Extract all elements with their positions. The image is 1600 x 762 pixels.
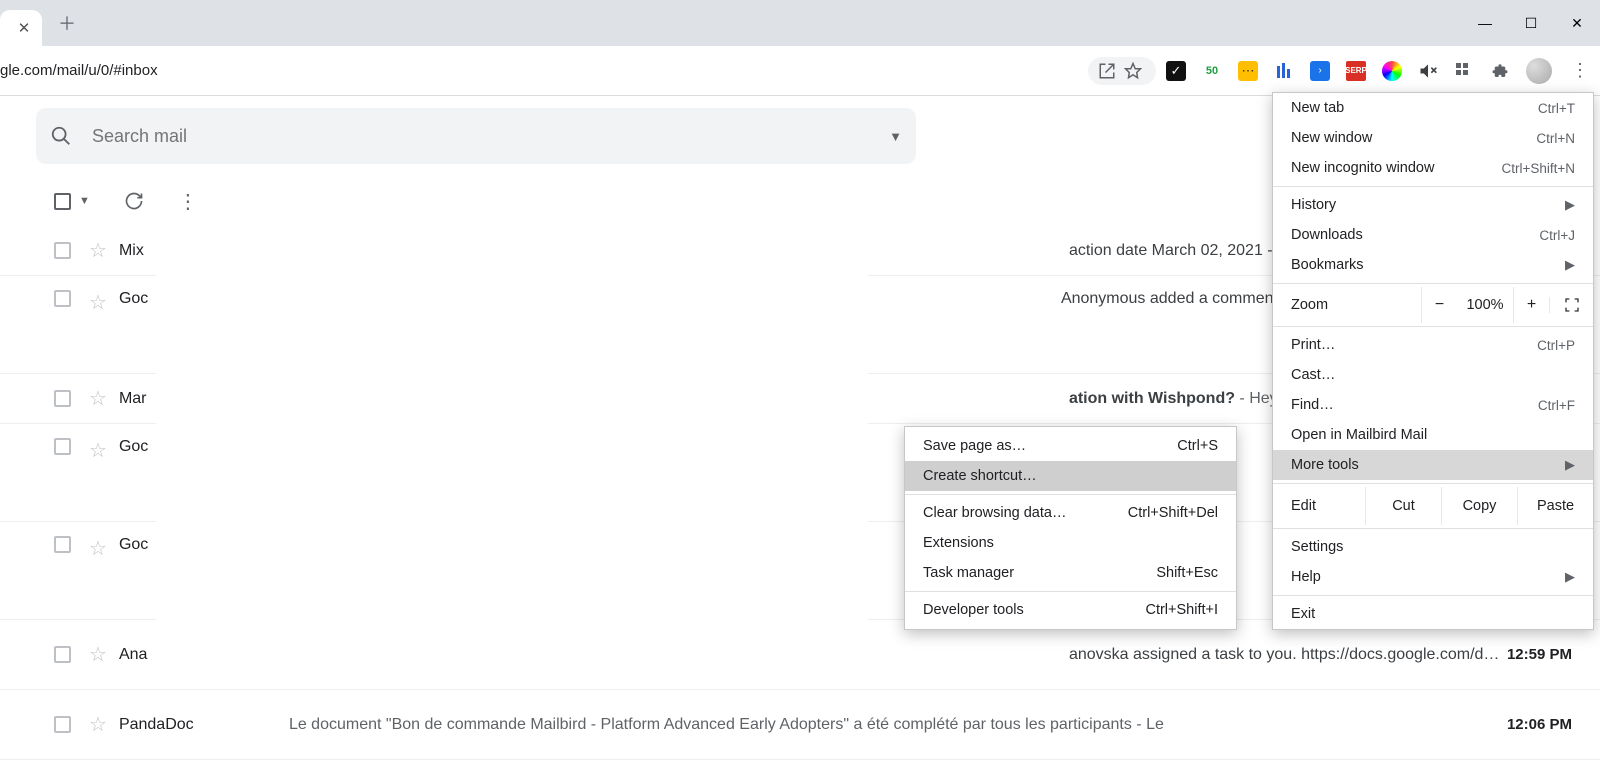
sender: Goc [119, 290, 229, 308]
page-actions [1088, 57, 1156, 85]
address-bar[interactable]: gle.com/mail/u/0/#inbox [0, 62, 180, 79]
address-bar-row: gle.com/mail/u/0/#inbox ✓ 50 ⋯ › SERP ⋮ [0, 46, 1600, 96]
gmail-search-box[interactable]: ▼ [36, 108, 916, 164]
chrome-menu: New tabCtrl+T New windowCtrl+N New incog… [1272, 92, 1594, 630]
menu-more-tools[interactable]: More tools▶ [1273, 450, 1593, 480]
zoom-in-button[interactable]: + [1513, 287, 1549, 323]
edit-label: Edit [1291, 498, 1365, 514]
menu-edit-row: Edit Cut Copy Paste [1273, 487, 1593, 525]
menu-developer-tools[interactable]: Developer toolsCtrl+Shift+I [905, 595, 1236, 625]
menu-downloads[interactable]: DownloadsCtrl+J [1273, 220, 1593, 250]
more-actions-button[interactable]: ⋮ [178, 189, 198, 214]
menu-create-shortcut[interactable]: Create shortcut… [905, 461, 1236, 491]
row-checkbox[interactable] [54, 390, 71, 407]
close-window-button[interactable]: ✕ [1554, 0, 1600, 46]
row-checkbox[interactable] [54, 646, 71, 663]
chevron-right-icon: ▶ [1565, 569, 1575, 585]
menu-save-page[interactable]: Save page as…Ctrl+S [905, 431, 1236, 461]
mail-row[interactable]: ☆ PandaDoc Le document "Bon de commande … [0, 690, 1600, 760]
select-all-caret[interactable]: ▼ [79, 195, 90, 207]
sender: Goc [119, 438, 229, 456]
new-tab-button[interactable]: ＋ [52, 8, 82, 38]
ext-badge-icon[interactable]: › [1310, 61, 1330, 81]
ext-puzzle-icon[interactable] [1490, 61, 1510, 81]
menu-copy[interactable]: Copy [1441, 487, 1517, 525]
sender: Ana [119, 646, 229, 664]
menu-print[interactable]: Print…Ctrl+P [1273, 330, 1593, 360]
row-checkbox[interactable] [54, 716, 71, 733]
menu-help[interactable]: Help▶ [1273, 562, 1593, 592]
star-icon[interactable]: ☆ [89, 536, 107, 561]
menu-extensions[interactable]: Extensions [905, 528, 1236, 558]
close-tab-icon[interactable]: ✕ [16, 19, 32, 37]
row-checkbox[interactable] [54, 536, 71, 553]
menu-paste[interactable]: Paste [1517, 487, 1593, 525]
ext-notes-icon[interactable]: ⋯ [1238, 61, 1258, 81]
zoom-out-button[interactable]: − [1421, 287, 1457, 323]
sender: Mix [119, 242, 229, 260]
menu-clear-browsing-data[interactable]: Clear browsing data…Ctrl+Shift+Del [905, 498, 1236, 528]
chrome-menu-button[interactable]: ⋮ [1568, 59, 1592, 83]
star-icon[interactable]: ☆ [89, 438, 107, 463]
ext-grid-icon[interactable] [1454, 61, 1474, 81]
menu-task-manager[interactable]: Task managerShift+Esc [905, 558, 1236, 588]
menu-new-incognito[interactable]: New incognito windowCtrl+Shift+N [1273, 153, 1593, 183]
search-icon [50, 125, 78, 147]
ext-mute-icon[interactable] [1418, 61, 1438, 81]
profile-avatar[interactable] [1526, 58, 1552, 84]
chevron-right-icon: ▶ [1565, 257, 1575, 273]
time: 12:59 PM [1500, 646, 1600, 663]
maximize-button[interactable]: ☐ [1508, 0, 1554, 46]
row-checkbox[interactable] [54, 290, 71, 307]
menu-new-window[interactable]: New windowCtrl+N [1273, 123, 1593, 153]
menu-settings[interactable]: Settings [1273, 532, 1593, 562]
more-tools-submenu: Save page as…Ctrl+S Create shortcut… Cle… [904, 426, 1237, 630]
ext-leaf-icon[interactable]: 50 [1202, 61, 1222, 81]
time: 12:06 PM [1500, 716, 1600, 733]
ext-color-icon[interactable] [1382, 61, 1402, 81]
search-options-caret[interactable]: ▼ [889, 129, 902, 144]
search-input[interactable] [78, 126, 889, 147]
star-icon[interactable]: ☆ [89, 712, 107, 737]
sender: Mar [119, 390, 229, 408]
refresh-button[interactable] [124, 191, 144, 211]
menu-history[interactable]: History▶ [1273, 190, 1593, 220]
menu-cast[interactable]: Cast… [1273, 360, 1593, 390]
menu-zoom-row: Zoom − 100% + [1273, 287, 1593, 323]
browser-tab[interactable]: ✕ [0, 10, 42, 46]
chevron-right-icon: ▶ [1565, 197, 1575, 213]
star-icon[interactable]: ☆ [89, 238, 107, 263]
ext-bars-icon[interactable] [1274, 61, 1294, 81]
row-checkbox[interactable] [54, 438, 71, 455]
select-all-checkbox[interactable] [54, 193, 71, 210]
sender: PandaDoc [119, 716, 229, 734]
chevron-right-icon: ▶ [1565, 457, 1575, 473]
ext-todo-icon[interactable]: ✓ [1166, 61, 1186, 81]
star-icon[interactable]: ☆ [89, 642, 107, 667]
fullscreen-button[interactable] [1549, 297, 1593, 313]
star-icon[interactable]: ☆ [89, 386, 107, 411]
menu-exit[interactable]: Exit [1273, 599, 1593, 629]
tab-strip: ✕ ＋ — ☐ ✕ [0, 0, 1600, 46]
window-controls: — ☐ ✕ [1462, 0, 1600, 46]
ext-serp-icon[interactable]: SERP [1346, 61, 1366, 81]
minimize-button[interactable]: — [1462, 0, 1508, 46]
mail-row[interactable]: ☆ Ana xxxxxxxxxxxxxxxxxxxxxxxxxxxxxxxxxx… [0, 620, 1600, 690]
bookmark-star-icon[interactable] [1123, 61, 1143, 81]
zoom-value: 100% [1457, 297, 1513, 313]
row-checkbox[interactable] [54, 242, 71, 259]
menu-open-in-mailbird[interactable]: Open in Mailbird Mail [1273, 420, 1593, 450]
menu-bookmarks[interactable]: Bookmarks▶ [1273, 250, 1593, 280]
extensions-row: ✓ 50 ⋯ › SERP ⋮ [1166, 58, 1592, 84]
menu-cut[interactable]: Cut [1365, 487, 1441, 525]
snippet: xxxxxxxxxxxxxxxxxxxxxxxxxxxxxxxxxxxxxxxx… [229, 646, 1500, 664]
zoom-label: Zoom [1291, 297, 1421, 313]
sender: Goc [119, 536, 229, 554]
menu-find[interactable]: Find…Ctrl+F [1273, 390, 1593, 420]
menu-new-tab[interactable]: New tabCtrl+T [1273, 93, 1593, 123]
snippet: Le document "Bon de commande Mailbird - … [289, 716, 1500, 734]
star-icon[interactable]: ☆ [89, 290, 107, 315]
open-in-new-icon[interactable] [1097, 61, 1117, 81]
